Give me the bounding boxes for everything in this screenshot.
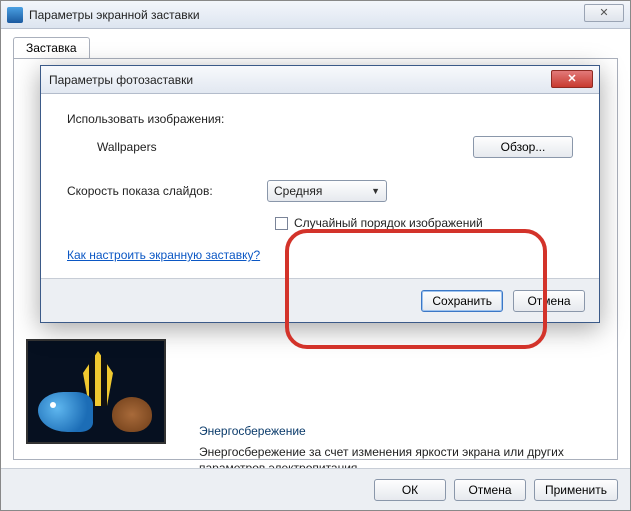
tab-screensaver[interactable]: Заставка	[13, 37, 90, 58]
folder-row: Wallpapers Обзор...	[97, 136, 573, 158]
parent-button-bar: ОК Отмена Применить	[1, 468, 630, 510]
dialog-cancel-button[interactable]: Отмена	[513, 290, 585, 312]
speed-row: Скорость показа слайдов: Средняя ▼	[67, 180, 573, 202]
chevron-down-icon: ▼	[371, 186, 380, 196]
browse-button[interactable]: Обзор...	[473, 136, 573, 158]
shuffle-label: Случайный порядок изображений	[294, 216, 483, 230]
close-icon[interactable]: ✕	[584, 4, 624, 22]
cancel-button[interactable]: Отмена	[454, 479, 526, 501]
dialog-body: Использовать изображения: Wallpapers Обз…	[41, 94, 599, 278]
dialog-title: Параметры фотозаставки	[49, 73, 193, 87]
close-icon[interactable]: ✕	[551, 70, 593, 88]
apply-button[interactable]: Применить	[534, 479, 618, 501]
help-row: Как настроить экранную заставку?	[67, 248, 573, 262]
shuffle-checkbox[interactable]	[275, 217, 288, 230]
dialog-button-bar: Сохранить Отмена	[41, 278, 599, 322]
dialog-titlebar[interactable]: Параметры фотозаставки ✕	[41, 66, 599, 94]
fish-graphic	[38, 392, 93, 432]
app-icon	[7, 7, 23, 23]
parent-window-controls: ✕	[584, 4, 624, 22]
parent-title: Параметры экранной заставки	[29, 8, 200, 22]
ok-button[interactable]: ОК	[374, 479, 446, 501]
use-images-row: Использовать изображения:	[67, 112, 573, 126]
speed-combobox[interactable]: Средняя ▼	[267, 180, 387, 202]
speed-label: Скорость показа слайдов:	[67, 184, 267, 198]
use-images-label: Использовать изображения:	[67, 112, 224, 126]
save-button[interactable]: Сохранить	[421, 290, 503, 312]
photo-screensaver-dialog: Параметры фотозаставки ✕ Использовать из…	[40, 65, 600, 323]
energy-heading: Энергосбережение	[199, 424, 597, 438]
screensaver-preview	[26, 339, 166, 444]
parent-titlebar[interactable]: Параметры экранной заставки ✕	[1, 1, 630, 29]
help-link[interactable]: Как настроить экранную заставку?	[67, 248, 260, 262]
shuffle-row: Случайный порядок изображений	[275, 216, 573, 230]
folder-name: Wallpapers	[97, 140, 473, 154]
speed-value: Средняя	[274, 184, 322, 198]
tab-strip: Заставка	[13, 37, 90, 59]
shell-graphic	[112, 397, 152, 432]
